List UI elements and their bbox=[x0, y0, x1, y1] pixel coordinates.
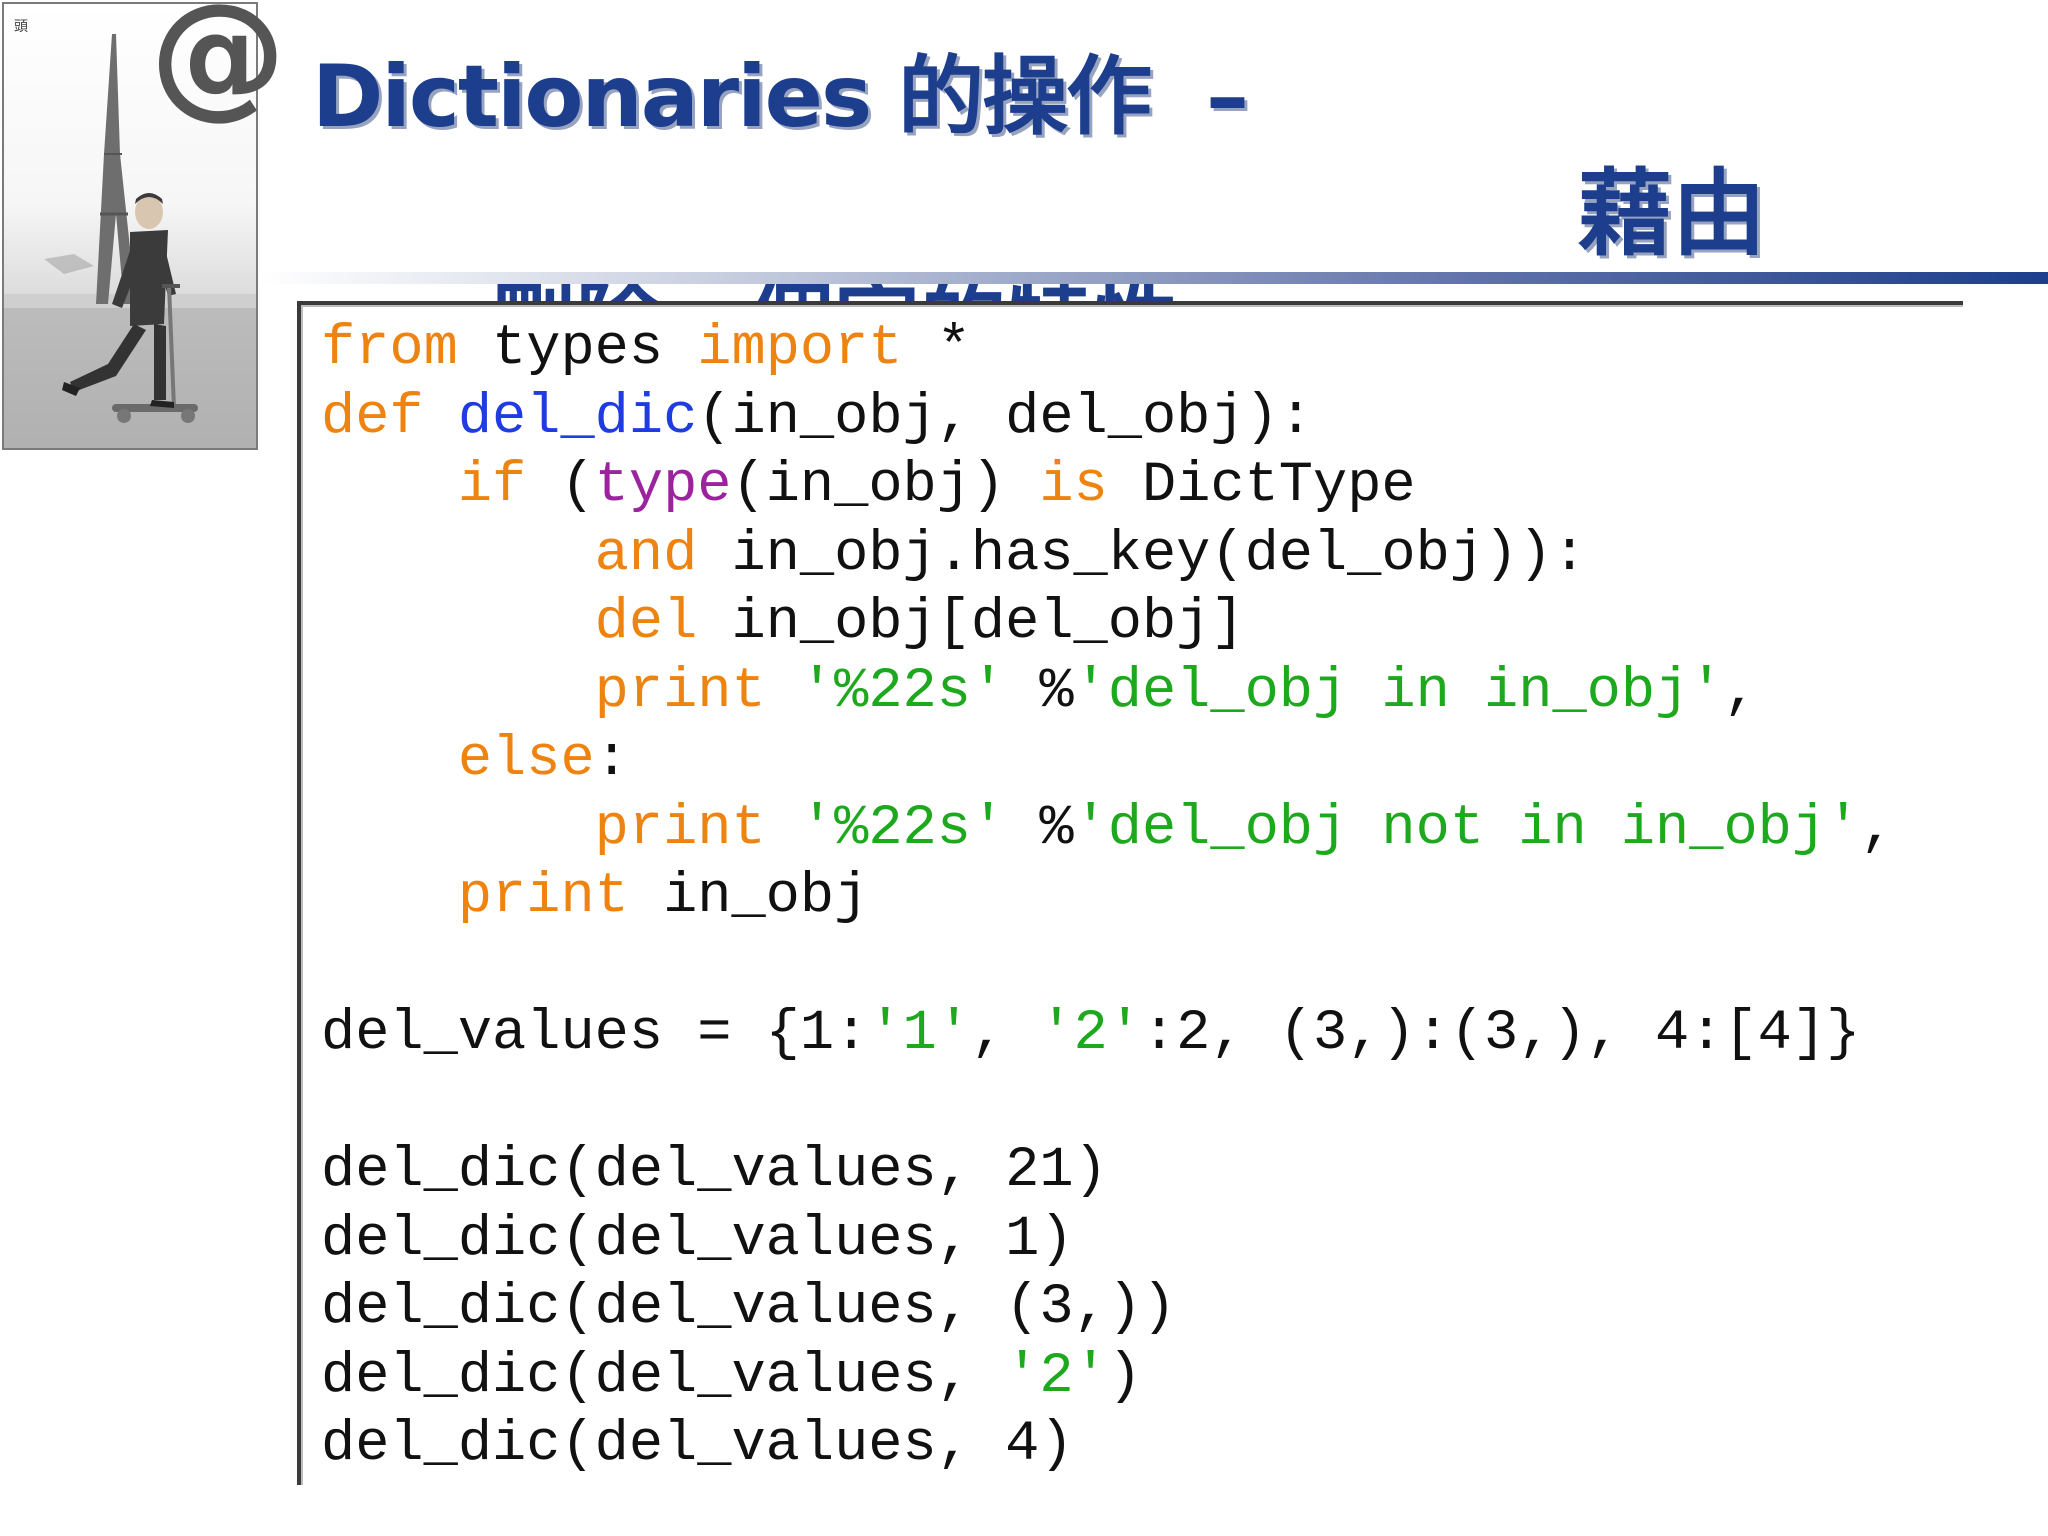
code-line: del_dic(del_values, 4) bbox=[321, 1413, 1074, 1477]
at-icon: @ bbox=[150, 0, 286, 133]
code-token: is bbox=[1039, 454, 1108, 518]
code-token: * bbox=[902, 317, 971, 381]
code-token: in_obj bbox=[628, 865, 869, 929]
code-token: del_dic(del_values, 1) bbox=[321, 1207, 1074, 1272]
code-token: print bbox=[594, 659, 766, 724]
code-token: in_obj[del_obj] bbox=[697, 591, 1245, 655]
code-token: print bbox=[594, 796, 766, 861]
corner-mark: 頭 bbox=[14, 19, 28, 35]
code-token: '2' bbox=[1005, 1344, 1108, 1409]
code-token: % bbox=[1005, 796, 1074, 861]
code-line: def del_dic(in_obj, del_obj): bbox=[321, 386, 1313, 450]
code-line: print in_obj bbox=[321, 865, 868, 929]
code-token: if bbox=[457, 454, 527, 518]
code-token: '2' bbox=[1039, 1002, 1142, 1066]
code-line: from types import * bbox=[321, 317, 971, 381]
code-token: DictType bbox=[1107, 454, 1416, 518]
code-token: (in_obj, del_obj): bbox=[697, 385, 1313, 450]
code-token: % bbox=[1005, 659, 1074, 724]
code-line: print '%22s' %'del_obj not in in_obj', bbox=[321, 797, 1895, 861]
code-line: del_values = {1:'1', '2':2, (3,):(3,), 4… bbox=[321, 1002, 1860, 1066]
code-line: del_dic(del_values, '2') bbox=[321, 1345, 1142, 1409]
code-token: and bbox=[594, 522, 698, 587]
code-block: from types import * def del_dic(in_obj, … bbox=[321, 315, 1895, 1480]
code-token: del_dic(del_values, (3,)) bbox=[321, 1276, 1177, 1340]
code-token: del_dic bbox=[457, 385, 698, 450]
code-line: del_dic(del_values, 1) bbox=[321, 1208, 1074, 1272]
code-line: if (type(in_obj) is DictType bbox=[321, 454, 1416, 518]
code-token: from bbox=[321, 317, 458, 381]
code-line: del in_obj[del_obj] bbox=[321, 591, 1245, 655]
code-token: type bbox=[594, 454, 732, 518]
code-line: del_dic(del_values, 21) bbox=[321, 1139, 1108, 1203]
code-token: , bbox=[1860, 796, 1895, 861]
code-token: print bbox=[457, 865, 629, 929]
code-token: del_dic(del_values, 4) bbox=[321, 1413, 1074, 1477]
code-token: (in_obj) bbox=[731, 454, 1040, 518]
code-token: '1' bbox=[868, 1002, 971, 1066]
code-line: del_dic(del_values, (3,)) bbox=[321, 1276, 1176, 1340]
code-token: else bbox=[457, 728, 595, 792]
code-token: def bbox=[321, 385, 424, 450]
title-dash: – bbox=[1206, 47, 1249, 147]
code-token: ( bbox=[526, 454, 595, 518]
code-token: :2, (3,):(3,), 4:[4]} bbox=[1141, 1002, 1861, 1066]
code-token: del_dic(del_values, 21) bbox=[321, 1139, 1108, 1203]
slide-title: Dictionaries 的操作 bbox=[312, 47, 1152, 147]
code-token: ) bbox=[1107, 1344, 1142, 1409]
code-panel: from types import * def del_dic(in_obj, … bbox=[297, 301, 1963, 1485]
code-token: del bbox=[594, 591, 698, 655]
code-token: in_obj.has_key(del_obj)): bbox=[697, 522, 1587, 587]
code-token: types bbox=[457, 317, 698, 381]
code-token: del_values = {1: bbox=[321, 1002, 869, 1066]
code-line: print '%22s' %'del_obj in in_obj', bbox=[321, 660, 1758, 724]
code-line: and in_obj.has_key(del_obj)): bbox=[321, 523, 1587, 587]
code-token: : bbox=[594, 728, 629, 792]
code-token: 'del_obj not in in_obj' bbox=[1073, 796, 1861, 861]
code-token: '%22s' bbox=[799, 659, 1006, 724]
title-divider bbox=[258, 272, 2048, 284]
code-line: else: bbox=[321, 728, 629, 792]
slide-title-line2: 藉由 bbox=[1578, 160, 1767, 269]
code-token: , bbox=[1723, 659, 1758, 724]
code-token: import bbox=[697, 317, 903, 381]
code-token: , bbox=[970, 1002, 1040, 1066]
code-token: '%22s' bbox=[799, 796, 1006, 861]
code-token: 'del_obj in in_obj' bbox=[1073, 659, 1724, 724]
code-token: del_dic(del_values, bbox=[321, 1344, 1006, 1409]
